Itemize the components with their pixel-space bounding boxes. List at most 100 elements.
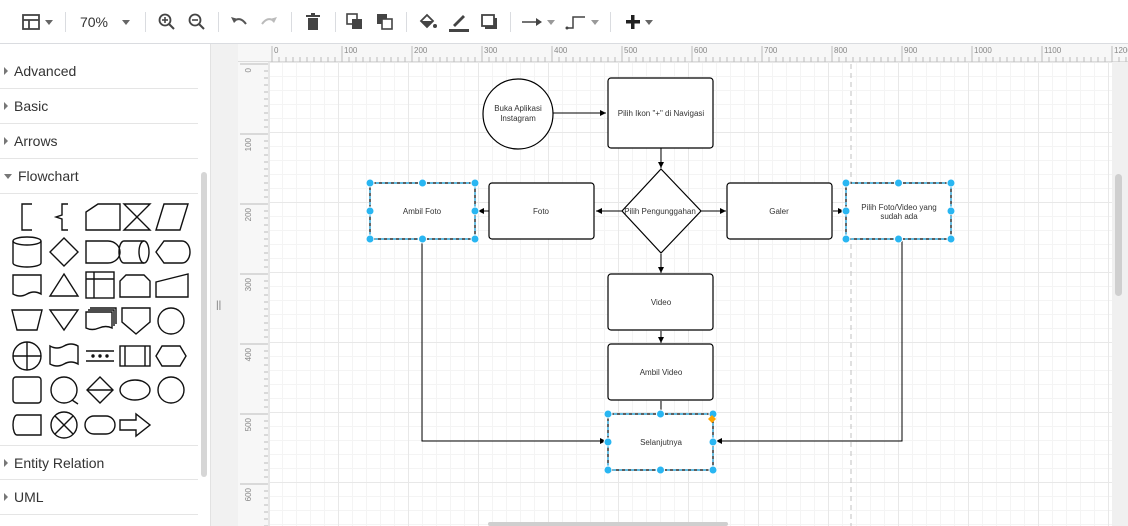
node-label: Galer <box>769 207 789 216</box>
manual-operation-shape[interactable] <box>11 309 43 331</box>
resize-handle[interactable] <box>894 234 903 244</box>
resize-handle[interactable] <box>946 206 956 216</box>
to-back-button[interactable] <box>374 7 396 37</box>
divider <box>610 12 611 32</box>
connector[interactable] <box>421 239 606 444</box>
sidebar-section-flowchart[interactable]: Flowchart <box>0 159 198 194</box>
delete-button[interactable] <box>302 7 324 37</box>
node-label: Ambil Foto <box>403 207 442 216</box>
loop-limit-shape[interactable] <box>119 274 151 298</box>
shadow-button[interactable] <box>478 7 500 37</box>
undo-button[interactable] <box>228 7 250 37</box>
insert-button[interactable] <box>621 7 657 37</box>
predefined-process-shape[interactable] <box>86 350 114 362</box>
multi-document-shape[interactable] <box>85 307 117 331</box>
connection-button[interactable] <box>520 7 556 37</box>
off-page-reference-shape[interactable] <box>121 307 151 335</box>
splitter-grip-icon[interactable]: || <box>216 300 221 311</box>
annotation-brace-shape[interactable] <box>53 203 68 231</box>
sidebar-section-advanced[interactable]: Advanced <box>0 54 198 89</box>
database-shape[interactable] <box>12 236 42 268</box>
sidebar-splitter[interactable] <box>210 44 238 526</box>
shadow-icon <box>481 14 497 29</box>
toolbar: 70% <box>0 0 1128 44</box>
flowchart-shape-palette <box>11 203 191 439</box>
resize-handle[interactable] <box>946 234 956 244</box>
horizontal-scrollbar[interactable] <box>488 522 728 526</box>
summing-junction-shape[interactable] <box>50 411 78 439</box>
zoom-out-button[interactable] <box>186 7 208 37</box>
resize-handle[interactable] <box>603 465 613 475</box>
fill-color-icon <box>419 13 437 29</box>
resize-handle[interactable] <box>470 234 480 244</box>
start-shape[interactable] <box>119 379 151 401</box>
divider <box>406 12 407 32</box>
sidebar-section-entity-relation[interactable]: Entity Relation <box>0 445 198 480</box>
annotation-shape[interactable] <box>21 203 32 231</box>
redo-button[interactable] <box>258 7 280 37</box>
fill-color-button[interactable] <box>417 7 439 37</box>
card-shape[interactable] <box>85 203 121 231</box>
stored-data-shape[interactable] <box>157 376 185 404</box>
process-shape[interactable] <box>119 345 151 367</box>
to-front-button[interactable] <box>344 7 366 37</box>
resize-handle[interactable] <box>603 409 613 419</box>
terminal-shape[interactable] <box>84 415 116 435</box>
resize-handle[interactable] <box>841 234 851 244</box>
resize-handle[interactable] <box>841 178 851 188</box>
sidebar-scrollbar[interactable] <box>201 172 207 477</box>
resize-handle[interactable] <box>946 178 956 188</box>
on-page-reference-shape[interactable] <box>157 307 185 335</box>
terminator-shape[interactable] <box>12 414 42 436</box>
decision-shape[interactable] <box>49 237 79 267</box>
paper-tape-shape[interactable] <box>49 343 79 367</box>
direct-data-shape[interactable] <box>118 240 150 264</box>
display-shape[interactable] <box>155 240 191 264</box>
collate-shape[interactable] <box>122 203 152 231</box>
resize-handle[interactable] <box>365 206 375 216</box>
delay-shape[interactable] <box>85 240 121 264</box>
layout-icon <box>22 14 40 30</box>
divider <box>510 12 511 32</box>
resize-handle[interactable] <box>470 178 480 188</box>
chevron-down-icon <box>4 173 12 179</box>
sort-shape[interactable] <box>50 376 79 405</box>
resize-handle[interactable] <box>470 206 480 216</box>
sort-diamond-shape[interactable] <box>86 376 114 404</box>
format-panel-button[interactable] <box>18 7 56 37</box>
extract-shape[interactable] <box>48 272 80 297</box>
waypoint-button[interactable] <box>564 7 600 37</box>
resize-handle[interactable] <box>365 178 375 188</box>
canvas-area: 0 100 200 300 400 500 600 700 800 900 1000 1100 120 0… <box>238 44 1128 526</box>
node-label: Pilih Pengunggahan <box>624 207 696 216</box>
resize-handle[interactable] <box>894 178 903 188</box>
resize-handle[interactable] <box>708 465 718 475</box>
sidebar-section-arrows[interactable]: Arrows <box>0 124 198 159</box>
transfer-arrow-shape[interactable] <box>119 412 152 438</box>
resize-handle[interactable] <box>365 234 375 244</box>
chevron-right-icon <box>4 102 8 110</box>
sequential-data-shape[interactable] <box>12 376 42 404</box>
resize-handle[interactable] <box>708 437 718 447</box>
line-color-button[interactable] <box>447 7 471 37</box>
resize-handle[interactable] <box>841 206 851 216</box>
resize-handle[interactable] <box>603 437 613 447</box>
sidebar-section-label: Arrows <box>14 133 58 149</box>
zoom-dropdown[interactable]: 70% <box>76 7 134 37</box>
resize-handle[interactable] <box>418 234 427 244</box>
data-shape[interactable] <box>155 203 189 231</box>
resize-handle[interactable] <box>656 465 665 475</box>
zoom-in-button[interactable] <box>156 7 178 37</box>
manual-input-shape[interactable] <box>155 273 189 298</box>
document-shape[interactable] <box>12 274 42 297</box>
sidebar-section-basic[interactable]: Basic <box>0 89 198 124</box>
merge-shape[interactable] <box>48 309 80 332</box>
preparation-shape[interactable] <box>155 345 187 367</box>
or-shape[interactable] <box>12 341 42 371</box>
resize-handle[interactable] <box>418 178 427 188</box>
vertical-scrollbar[interactable] <box>1115 174 1122 296</box>
connector[interactable] <box>716 239 903 444</box>
resize-handle[interactable] <box>656 409 665 419</box>
internal-storage-shape[interactable] <box>85 271 115 299</box>
sidebar-section-uml[interactable]: UML <box>0 480 198 515</box>
